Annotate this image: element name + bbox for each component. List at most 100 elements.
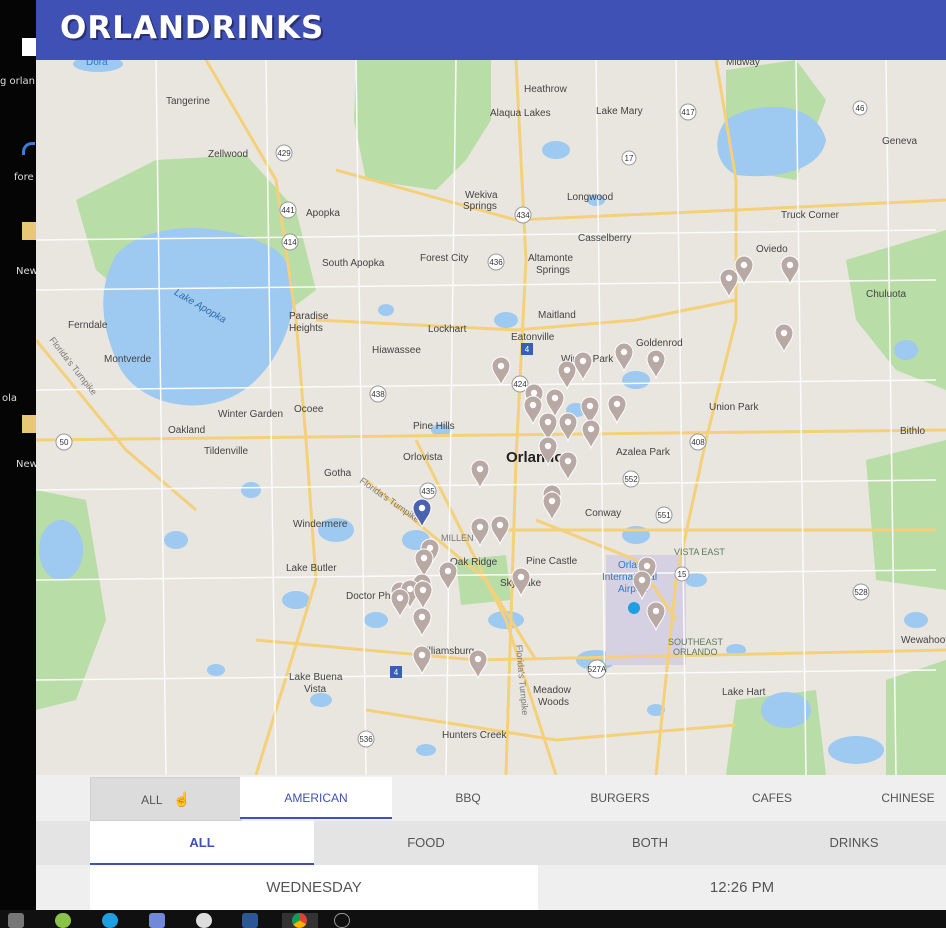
tab-american[interactable]: AMERICAN <box>240 777 392 819</box>
brand-logo[interactable]: ORLANDRINKS <box>60 10 324 46</box>
place-label: Heights <box>289 323 323 334</box>
map-pin[interactable] <box>511 567 531 598</box>
route-shield: 46 <box>852 100 868 116</box>
chrome-icon <box>292 913 307 928</box>
map-pin[interactable] <box>774 323 794 354</box>
place-label: Union Park <box>709 402 759 413</box>
map-pin[interactable] <box>573 351 593 382</box>
map-pin[interactable] <box>558 412 578 443</box>
svg-text:50: 50 <box>60 438 69 447</box>
desktop-shortcut-label: ola <box>2 393 18 404</box>
chrome-taskbar-button[interactable] <box>282 913 318 928</box>
app-icon[interactable] <box>196 913 212 928</box>
place-label: Chuluota <box>866 289 906 300</box>
map-pin[interactable] <box>412 607 432 638</box>
svg-text:536: 536 <box>359 735 373 744</box>
svg-text:424: 424 <box>513 380 527 389</box>
place-label: Eatonville <box>511 332 555 343</box>
place-label: Apopka <box>306 208 340 219</box>
map-pin[interactable] <box>780 255 800 286</box>
desktop-shortcut-label: New <box>16 266 36 277</box>
map-pin[interactable] <box>542 491 562 522</box>
map-pin[interactable] <box>490 515 510 546</box>
place-label: Ocoee <box>294 404 324 415</box>
tab-type-all[interactable]: ALL <box>90 821 314 865</box>
time-display[interactable]: 12:26 PM <box>538 865 946 910</box>
place-label: Longwood <box>567 192 613 203</box>
map-pin[interactable] <box>438 561 458 592</box>
place-label: Goldenrod <box>636 338 683 349</box>
tab-chinese[interactable]: CHINESE <box>848 777 946 819</box>
svg-text:552: 552 <box>624 475 638 484</box>
clock-icon[interactable] <box>334 913 350 928</box>
place-label: Maitland <box>538 310 576 321</box>
place-label: Springs <box>463 201 497 212</box>
map-pin[interactable] <box>470 459 490 490</box>
map-pin[interactable] <box>470 517 490 548</box>
route-shield: 441 <box>279 201 297 219</box>
route-shield: 15 <box>674 566 690 582</box>
map-pin[interactable] <box>412 645 432 676</box>
tab-type-both[interactable]: BOTH <box>538 821 762 865</box>
tab-burgers[interactable]: BURGERS <box>544 777 696 819</box>
place-label: Orlovista <box>403 452 443 463</box>
map-canvas[interactable]: Dora Midway Tangerine Heathrow Alaqua La… <box>36 60 946 775</box>
map-pin[interactable] <box>607 394 627 425</box>
place-label: Ferndale <box>68 320 108 331</box>
place-label: Pine Hills <box>413 421 455 432</box>
map-pin[interactable] <box>491 356 511 387</box>
map-pin[interactable] <box>413 580 433 611</box>
route-shield: 552 <box>622 470 640 488</box>
place-label: Alaqua Lakes <box>490 108 551 119</box>
folder-icon <box>22 415 36 433</box>
place-label: Oviedo <box>756 244 788 255</box>
place-label: Woods <box>538 697 569 708</box>
tab-type-drinks[interactable]: DRINKS <box>762 821 946 865</box>
airport-icon <box>628 602 640 614</box>
day-selector[interactable]: WEDNESDAY <box>90 865 538 910</box>
desktop-shortcut-label: g orlan <box>0 76 35 87</box>
discord-icon[interactable] <box>149 913 165 928</box>
place-label: Lake Buena <box>289 672 343 683</box>
map-pin[interactable] <box>614 342 634 373</box>
app-icon <box>22 142 35 155</box>
map-pin[interactable] <box>558 451 578 482</box>
place-label: Oakland <box>168 425 205 436</box>
word-icon[interactable] <box>242 913 258 928</box>
time-selector: WEDNESDAY 12:26 PM <box>36 865 946 910</box>
svg-text:4: 4 <box>394 668 399 677</box>
place-label: Bithlo <box>900 426 925 437</box>
map-pin[interactable] <box>646 349 666 380</box>
map-pin[interactable] <box>414 548 434 579</box>
type-tabs: ALL FOOD BOTH DRINKS <box>36 821 946 865</box>
route-shield: 4 <box>521 343 533 355</box>
place-label: Windermere <box>293 519 348 530</box>
app-icon[interactable] <box>55 913 71 928</box>
svg-text:4: 4 <box>525 345 530 354</box>
place-label: Hunters Creek <box>442 730 507 741</box>
svg-text:17: 17 <box>625 154 634 163</box>
map-pin[interactable] <box>581 419 601 450</box>
tab-cafes[interactable]: CAFES <box>696 777 848 819</box>
place-label: Zellwood <box>208 149 248 160</box>
tab-bbq[interactable]: BBQ <box>392 777 544 819</box>
map-pin[interactable] <box>390 588 410 619</box>
map-pin[interactable] <box>468 649 488 680</box>
place-label: Wewahootee <box>901 635 946 646</box>
park-areas <box>36 60 946 775</box>
skype-icon[interactable] <box>102 913 118 928</box>
svg-text:434: 434 <box>516 211 530 220</box>
svg-text:417: 417 <box>681 108 695 117</box>
route-shield: 551 <box>655 506 673 524</box>
svg-text:551: 551 <box>657 511 671 520</box>
tab-all-categories[interactable]: ALL ☝ <box>90 777 242 821</box>
place-label: Altamonte <box>528 253 573 264</box>
place-label: South Apopka <box>322 258 385 269</box>
svg-text:436: 436 <box>489 258 503 267</box>
map-view[interactable]: Dora Midway Tangerine Heathrow Alaqua La… <box>36 60 946 775</box>
route-shield: 417 <box>679 103 697 121</box>
tab-type-food[interactable]: FOOD <box>314 821 538 865</box>
place-label: Heathrow <box>524 84 568 95</box>
place-label: Springs <box>536 265 570 276</box>
task-view-icon[interactable] <box>8 913 24 928</box>
